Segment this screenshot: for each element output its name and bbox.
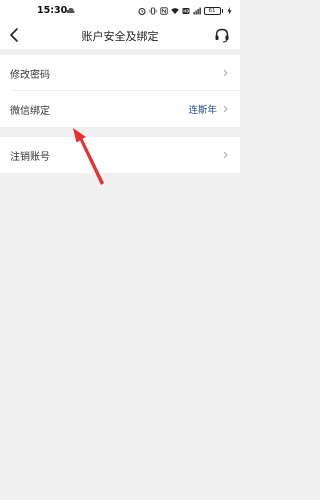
alarm-icon: [138, 8, 145, 15]
page-title: 账户安全及绑定: [81, 30, 159, 43]
chevron-right-icon: [223, 69, 228, 77]
status-icons: 61: [138, 6, 233, 16]
status-time: 15:30: [37, 5, 68, 16]
cancel-account-label: 注销账号: [10, 152, 50, 163]
vibrate-icon: [149, 7, 156, 15]
headset-support-icon[interactable]: [214, 27, 230, 43]
signal-icon: [193, 7, 201, 15]
annotation-arrow-icon: [73, 128, 104, 185]
status-bar: 15:30 61: [0, 0, 240, 22]
battery-indicator: 61: [203, 7, 223, 15]
battery-level: 61: [203, 7, 221, 15]
chevron-right-icon: [223, 105, 228, 113]
change-password-row[interactable]: 修改密码: [0, 55, 240, 91]
wechat-binding-row[interactable]: 微信绑定 连斯年: [0, 91, 240, 127]
battery-nub: [221, 9, 223, 13]
cancel-account-row[interactable]: 注销账号: [0, 137, 240, 173]
change-password-label: 修改密码: [10, 70, 50, 81]
cloud-icon: [66, 7, 75, 13]
nav-bar: 账户安全及绑定: [0, 22, 240, 49]
chevron-right-icon: [223, 151, 228, 159]
settings-group-danger: 注销账号: [0, 137, 240, 173]
wechat-binding-value: 连斯年: [188, 105, 217, 116]
wifi-icon: [170, 8, 179, 14]
wechat-binding-label: 微信绑定: [10, 106, 50, 117]
charging-icon: [227, 7, 232, 15]
nfc-icon: [159, 7, 168, 15]
hd-icon: [182, 8, 189, 14]
settings-group-account: 修改密码 微信绑定 连斯年: [0, 55, 240, 127]
